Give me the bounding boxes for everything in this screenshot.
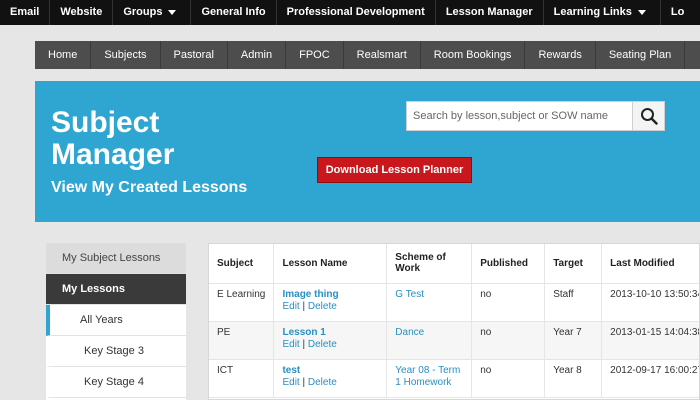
- sub-nav-realsmart[interactable]: Realsmart: [344, 41, 421, 69]
- top-nav-label: Lo: [670, 6, 685, 18]
- chevron-down-icon: [168, 10, 177, 15]
- top-nav: Email Website Groups General Info Profes…: [0, 0, 700, 25]
- column-header-target: Target: [544, 244, 603, 284]
- cell-lesson-name: test Edit | Delete: [273, 359, 388, 398]
- top-nav-professional-development[interactable]: Professional Development: [277, 0, 436, 25]
- cell-subject: E Learning: [209, 283, 275, 322]
- cell-subject: PE: [209, 321, 275, 360]
- delete-link[interactable]: Delete: [308, 377, 337, 388]
- sub-nav-room-bookings[interactable]: Room Bookings: [421, 41, 526, 69]
- top-nav-website[interactable]: Website: [50, 0, 114, 25]
- top-nav-label: Learning Links: [553, 6, 632, 18]
- lesson-name-link[interactable]: Image thing: [282, 289, 378, 301]
- lesson-name-link[interactable]: Lesson 1: [282, 327, 378, 339]
- top-nav-label: Professional Development: [286, 6, 425, 18]
- download-lesson-planner-button[interactable]: Download Lesson Planner: [317, 157, 472, 183]
- cell-published: no: [471, 321, 546, 360]
- top-nav-label: Email: [10, 6, 40, 18]
- lessons-table-panel: Subject Lesson Name Scheme of Work Publi…: [208, 243, 700, 400]
- cell-scheme-of-work: Year 08 - Term 1 Homework: [386, 359, 473, 398]
- sidebar-item-key-stage-4[interactable]: Key Stage 4: [46, 367, 186, 398]
- sub-nav-rewards[interactable]: Rewards: [525, 41, 596, 69]
- link-separator: |: [302, 338, 306, 350]
- search-button[interactable]: [632, 101, 665, 131]
- column-header-published: Published: [471, 244, 546, 284]
- column-header-scheme-of-work: Scheme of Work: [386, 244, 473, 284]
- top-nav-label: Lesson Manager: [445, 6, 533, 18]
- lessons-table: Subject Lesson Name Scheme of Work Publi…: [209, 244, 699, 398]
- page-title: Subject Manager: [51, 106, 175, 171]
- top-nav-email[interactable]: Email: [0, 0, 51, 25]
- table-row: PE Lesson 1 Edit | Delete Dance no Year …: [209, 321, 699, 360]
- edit-link[interactable]: Edit: [282, 339, 299, 350]
- cell-published: no: [471, 283, 546, 322]
- sub-nav-fpoc[interactable]: FPOC: [286, 41, 344, 69]
- column-header-subject: Subject: [209, 244, 275, 284]
- cell-lesson-name: Lesson 1 Edit | Delete: [273, 321, 388, 360]
- sidebar-item-key-stage-3[interactable]: Key Stage 3: [46, 336, 186, 367]
- cell-target: Year 8: [544, 359, 603, 398]
- column-header-last-modified: Last Modified: [601, 244, 699, 284]
- cell-published: no: [471, 359, 546, 398]
- search-input[interactable]: [407, 102, 663, 130]
- cell-last-modified: 2013-01-15 14:04:38: [601, 321, 699, 360]
- scheme-link[interactable]: Year 08 - Term 1 Homework: [395, 365, 460, 388]
- cell-scheme-of-work: Dance: [386, 321, 473, 360]
- sub-nav-admin[interactable]: Admin: [228, 41, 287, 69]
- link-separator: |: [302, 376, 306, 388]
- edit-link[interactable]: Edit: [282, 377, 299, 388]
- sidebar-item-all-years[interactable]: All Years: [46, 305, 186, 336]
- table-header-row: Subject Lesson Name Scheme of Work Publi…: [209, 244, 699, 284]
- sub-nav: Home Subjects Pastoral Admin FPOC Realsm…: [35, 41, 700, 69]
- column-header-lesson-name: Lesson Name: [273, 244, 388, 284]
- cell-target: Staff: [544, 283, 603, 322]
- edit-link[interactable]: Edit: [282, 301, 299, 312]
- sub-nav-seating-plan[interactable]: Seating Plan: [596, 41, 686, 69]
- cell-target: Year 7: [544, 321, 603, 360]
- delete-link[interactable]: Delete: [308, 301, 337, 312]
- link-separator: |: [302, 300, 306, 312]
- sub-nav-subjects[interactable]: Subjects: [91, 41, 161, 69]
- sidebar-item-my-subject-lessons[interactable]: My Subject Lessons: [46, 243, 186, 274]
- top-nav-general-info[interactable]: General Info: [191, 0, 277, 25]
- top-nav-label: Groups: [123, 6, 163, 18]
- top-nav-learning-links[interactable]: Learning Links: [544, 0, 661, 25]
- search-box: [406, 101, 664, 131]
- sub-nav-home[interactable]: Home: [35, 41, 92, 69]
- table-row: E Learning Image thing Edit | Delete G T…: [209, 283, 699, 322]
- chevron-down-icon: [637, 10, 646, 15]
- top-nav-groups[interactable]: Groups: [113, 0, 192, 25]
- cell-subject: ICT: [209, 359, 275, 398]
- cell-last-modified: 2013-10-10 13:50:34: [601, 283, 699, 322]
- lessons-sidebar: My Subject Lessons My Lessons All Years …: [46, 243, 186, 400]
- subject-manager-banner: Subject Manager View My Created Lessons …: [35, 81, 700, 222]
- cell-lesson-name: Image thing Edit | Delete: [273, 283, 388, 322]
- delete-link[interactable]: Delete: [308, 339, 337, 350]
- scheme-link[interactable]: G Test: [395, 289, 424, 300]
- cell-last-modified: 2012-09-17 16:00:27: [601, 359, 699, 398]
- table-row: ICT test Edit | Delete Year 08 - Term 1 …: [209, 359, 699, 398]
- magnifier-icon: [640, 108, 658, 125]
- scheme-link[interactable]: Dance: [395, 327, 424, 338]
- top-nav-lesson-manager[interactable]: Lesson Manager: [436, 0, 544, 25]
- cell-scheme-of-work: G Test: [386, 283, 473, 322]
- sidebar-item-my-lessons[interactable]: My Lessons: [46, 274, 186, 305]
- top-nav-label: General Info: [201, 6, 266, 18]
- page-subtitle: View My Created Lessons: [51, 179, 248, 196]
- top-nav-label: Website: [60, 6, 103, 18]
- top-nav-logout[interactable]: Lo: [661, 0, 694, 25]
- sub-nav-pastoral[interactable]: Pastoral: [161, 41, 228, 69]
- lesson-name-link[interactable]: test: [282, 365, 378, 377]
